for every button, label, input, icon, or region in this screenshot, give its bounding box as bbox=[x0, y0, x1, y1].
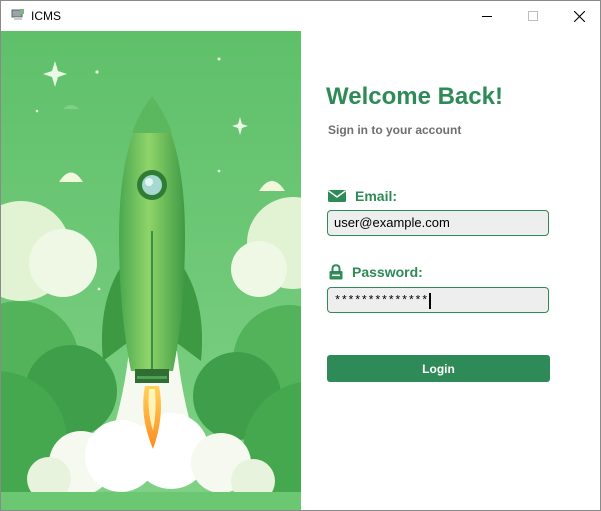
app-icon bbox=[11, 9, 24, 20]
app-window: ICMS Welcome Back! Sign in to your accou… bbox=[0, 0, 601, 511]
envelope-icon bbox=[328, 190, 346, 202]
text-caret bbox=[428, 292, 431, 309]
password-input[interactable]: ************** bbox=[327, 287, 549, 313]
login-button[interactable]: Login bbox=[327, 355, 550, 382]
minimize-icon bbox=[482, 16, 492, 17]
close-button[interactable] bbox=[556, 1, 600, 31]
close-icon bbox=[573, 10, 585, 22]
welcome-heading: Welcome Back! bbox=[326, 83, 503, 110]
minimize-button[interactable] bbox=[464, 1, 510, 31]
login-button-label: Login bbox=[422, 361, 455, 376]
email-label: Email: bbox=[355, 188, 398, 204]
password-masked-value: ************** bbox=[334, 294, 428, 308]
maximize-button[interactable] bbox=[510, 1, 556, 31]
rocket-illustration bbox=[1, 31, 301, 510]
lock-icon bbox=[329, 264, 343, 280]
email-input[interactable]: user@example.com bbox=[327, 210, 549, 236]
email-value: user@example.com bbox=[334, 215, 450, 230]
maximize-icon bbox=[528, 11, 538, 21]
title-bar: ICMS bbox=[1, 1, 600, 31]
window-title: ICMS bbox=[31, 9, 61, 23]
signin-subheading: Sign in to your account bbox=[328, 123, 462, 137]
password-label: Password: bbox=[352, 264, 423, 280]
